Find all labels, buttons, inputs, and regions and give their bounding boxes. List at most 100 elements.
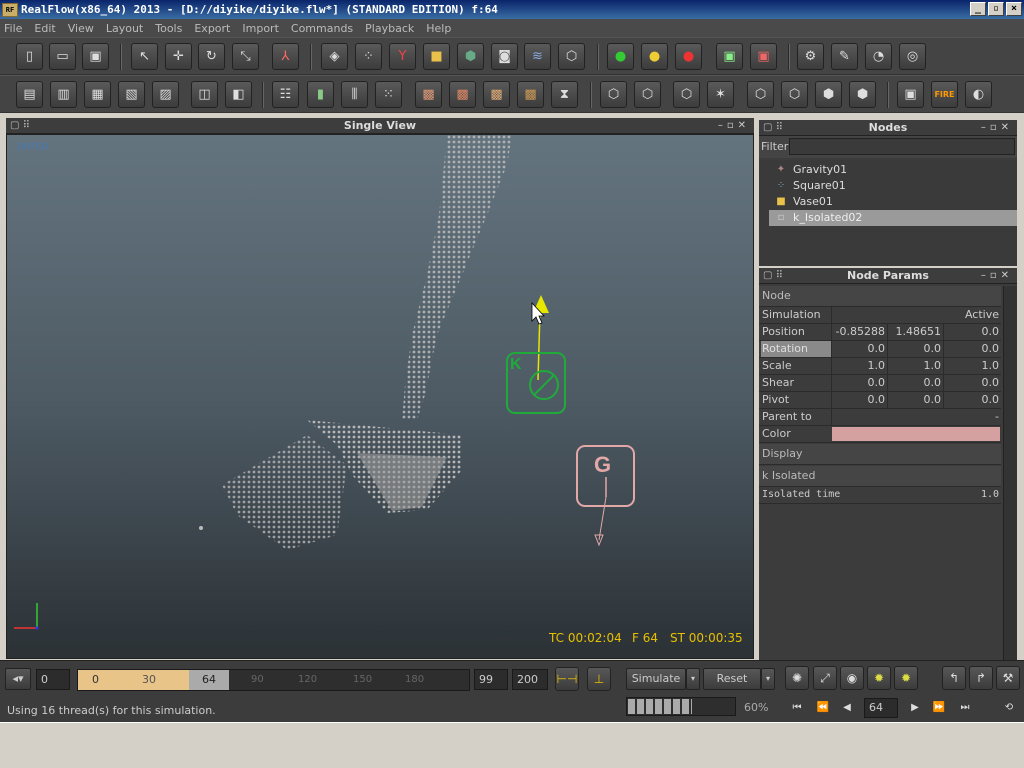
go-to-end-icon[interactable]: ⏭ xyxy=(956,700,974,716)
layout2-icon[interactable]: ▥ xyxy=(50,81,77,108)
camera-icon[interactable]: ◙ xyxy=(491,43,518,70)
layout5-icon[interactable]: ▨ xyxy=(152,81,179,108)
rotate-icon[interactable]: ↻ xyxy=(198,43,225,70)
batch-icon[interactable]: ⚙ xyxy=(797,43,824,70)
simulate-button[interactable]: Simulate xyxy=(626,668,686,690)
simulate-dropdown[interactable]: ▾ xyxy=(686,668,700,690)
cube-c-icon[interactable]: ⬡ xyxy=(673,81,700,108)
menu-help[interactable]: Help xyxy=(426,22,451,35)
render-icon[interactable]: ▣ xyxy=(897,81,924,108)
loop-icon[interactable]: ⟲ xyxy=(1000,700,1018,716)
object-icon[interactable]: ◈ xyxy=(321,43,348,70)
timeline-marker-icon[interactable]: ⊥ xyxy=(587,667,611,691)
particles-icon[interactable]: ⁘ xyxy=(355,43,382,70)
cube-icon[interactable]: ⬡ xyxy=(558,43,585,70)
new-scene-icon[interactable]: ▯ xyxy=(16,43,43,70)
box-icon[interactable]: ◫ xyxy=(191,81,218,108)
box-emitter-icon[interactable]: ■ xyxy=(423,43,450,70)
viewport-3d[interactable]: persp K G TC 00:02:04 F 64 ST 00:00:35 xyxy=(6,134,754,659)
cube-d-icon[interactable]: ✶ xyxy=(707,81,734,108)
frame-input[interactable]: 64 xyxy=(864,698,898,718)
cube-e-icon[interactable]: ⬡ xyxy=(747,81,774,108)
play-forward-icon[interactable]: ▶ xyxy=(906,700,924,716)
notes-icon[interactable]: ☷ xyxy=(272,81,299,108)
close-button[interactable]: × xyxy=(1006,2,1022,16)
menu-edit[interactable]: Edit xyxy=(34,22,55,35)
save-sim-icon[interactable]: ▣ xyxy=(716,43,743,70)
crate1-icon[interactable]: ▩ xyxy=(415,81,442,108)
film-icon[interactable]: ▮ xyxy=(307,81,334,108)
cube-b-icon[interactable]: ⬡ xyxy=(634,81,661,108)
timeline-key-icon[interactable]: ⊢⊣ xyxy=(555,667,579,691)
param-row-simulation[interactable]: Simulation Active xyxy=(759,307,1001,324)
script-icon[interactable]: ✎ xyxy=(831,43,858,70)
crate2-icon[interactable]: ▩ xyxy=(449,81,476,108)
wrench-icon[interactable]: ⚒ xyxy=(996,666,1020,690)
select-icon[interactable]: ↖ xyxy=(131,43,158,70)
gauge-icon[interactable]: ◔ xyxy=(865,43,892,70)
param-row-isolated-time[interactable]: Isolated time 1.0 xyxy=(759,487,1001,504)
tree-item-vase[interactable]: ■ Vase01 xyxy=(769,194,1017,210)
edit-curve-icon[interactable]: ⤢ xyxy=(813,666,837,690)
param-row-parent[interactable]: Parent to - xyxy=(759,409,1001,426)
settings-a-icon[interactable]: ✹ xyxy=(867,666,891,690)
record-green-icon[interactable]: ● xyxy=(607,43,634,70)
crate3-icon[interactable]: ▩ xyxy=(483,81,510,108)
menu-tools[interactable]: Tools xyxy=(155,22,182,35)
fire-icon[interactable]: FIRE xyxy=(931,81,958,108)
move-icon[interactable]: ✛ xyxy=(165,43,192,70)
param-row-color[interactable]: Color xyxy=(759,426,1001,443)
timeline-menu-button[interactable]: ◂▾ xyxy=(5,668,31,690)
menu-import[interactable]: Import xyxy=(242,22,279,35)
save-scene-icon[interactable]: ▣ xyxy=(82,43,109,70)
ruler-icon[interactable]: ⫼ xyxy=(341,81,368,108)
crate4-icon[interactable]: ▩ xyxy=(517,81,544,108)
step-back-icon[interactable]: ⏪ xyxy=(814,700,832,716)
layout3-icon[interactable]: ▦ xyxy=(84,81,111,108)
go-to-start-icon[interactable]: ⏮ xyxy=(788,700,806,716)
params-scrollbar[interactable] xyxy=(1003,286,1017,660)
wave-icon[interactable]: ≋ xyxy=(524,43,551,70)
panel-grip-icon[interactable]: ▢ ⠿ xyxy=(10,118,30,134)
menu-view[interactable]: View xyxy=(68,22,94,35)
axis-icon[interactable]: ⅄ xyxy=(272,43,299,70)
graph-icon[interactable]: ◎ xyxy=(899,43,926,70)
panel-grip-icon[interactable]: ▢ ⠿ xyxy=(763,120,783,136)
cube-f-icon[interactable]: ⬡ xyxy=(781,81,808,108)
open-scene-icon[interactable]: ▭ xyxy=(49,43,76,70)
section-k-isolated[interactable]: k Isolated xyxy=(759,466,1001,487)
current-frame-marker[interactable]: 64 xyxy=(189,670,229,690)
menu-playback[interactable]: Playback xyxy=(365,22,414,35)
reset-dropdown[interactable]: ▾ xyxy=(761,668,775,690)
timeline-track[interactable]: 0 30 64 90 120 150 180 xyxy=(77,669,470,691)
daemon-icon[interactable]: Y xyxy=(389,43,416,70)
param-row-pivot[interactable]: Pivot 0.0 0.0 0.0 xyxy=(759,392,1001,409)
start-frame-field[interactable]: 0 xyxy=(36,669,70,690)
record-red-icon[interactable]: ● xyxy=(675,43,702,70)
param-row-position[interactable]: Position -0.85288 1.48651 0.0 xyxy=(759,324,1001,341)
maximize-button[interactable]: ▫ xyxy=(988,2,1004,16)
param-row-rotation[interactable]: Rotation 0.0 0.0 0.0 xyxy=(759,341,1001,358)
param-row-shear[interactable]: Shear 0.0 0.0 0.0 xyxy=(759,375,1001,392)
max-frame-field[interactable]: 200 xyxy=(512,669,548,690)
panel-window-controls[interactable]: –▫✕ xyxy=(981,268,1013,284)
scale-icon[interactable]: ⤡ xyxy=(232,43,259,70)
export-b-icon[interactable]: ↱ xyxy=(969,666,993,690)
menu-commands[interactable]: Commands xyxy=(291,22,353,35)
layout1-icon[interactable]: ▤ xyxy=(16,81,43,108)
menu-layout[interactable]: Layout xyxy=(106,22,143,35)
stop-sim-icon[interactable]: ▣ xyxy=(750,43,777,70)
mesh-icon[interactable]: ⬢ xyxy=(457,43,484,70)
menu-export[interactable]: Export xyxy=(194,22,230,35)
hourglass-icon[interactable]: ⧗ xyxy=(551,81,578,108)
minimize-button[interactable]: _ xyxy=(970,2,986,16)
tree-item-square[interactable]: ⁘ Square01 xyxy=(769,178,1017,194)
export-a-icon[interactable]: ↰ xyxy=(942,666,966,690)
reset-button[interactable]: Reset xyxy=(703,668,761,690)
maxwell-icon[interactable]: ◐ xyxy=(965,81,992,108)
view-mode-icon[interactable]: ✺ xyxy=(785,666,809,690)
color-swatch[interactable] xyxy=(832,427,1000,441)
param-row-scale[interactable]: Scale 1.0 1.0 1.0 xyxy=(759,358,1001,375)
record-yellow-icon[interactable]: ● xyxy=(641,43,668,70)
play-backward-icon[interactable]: ◀ xyxy=(838,700,856,716)
